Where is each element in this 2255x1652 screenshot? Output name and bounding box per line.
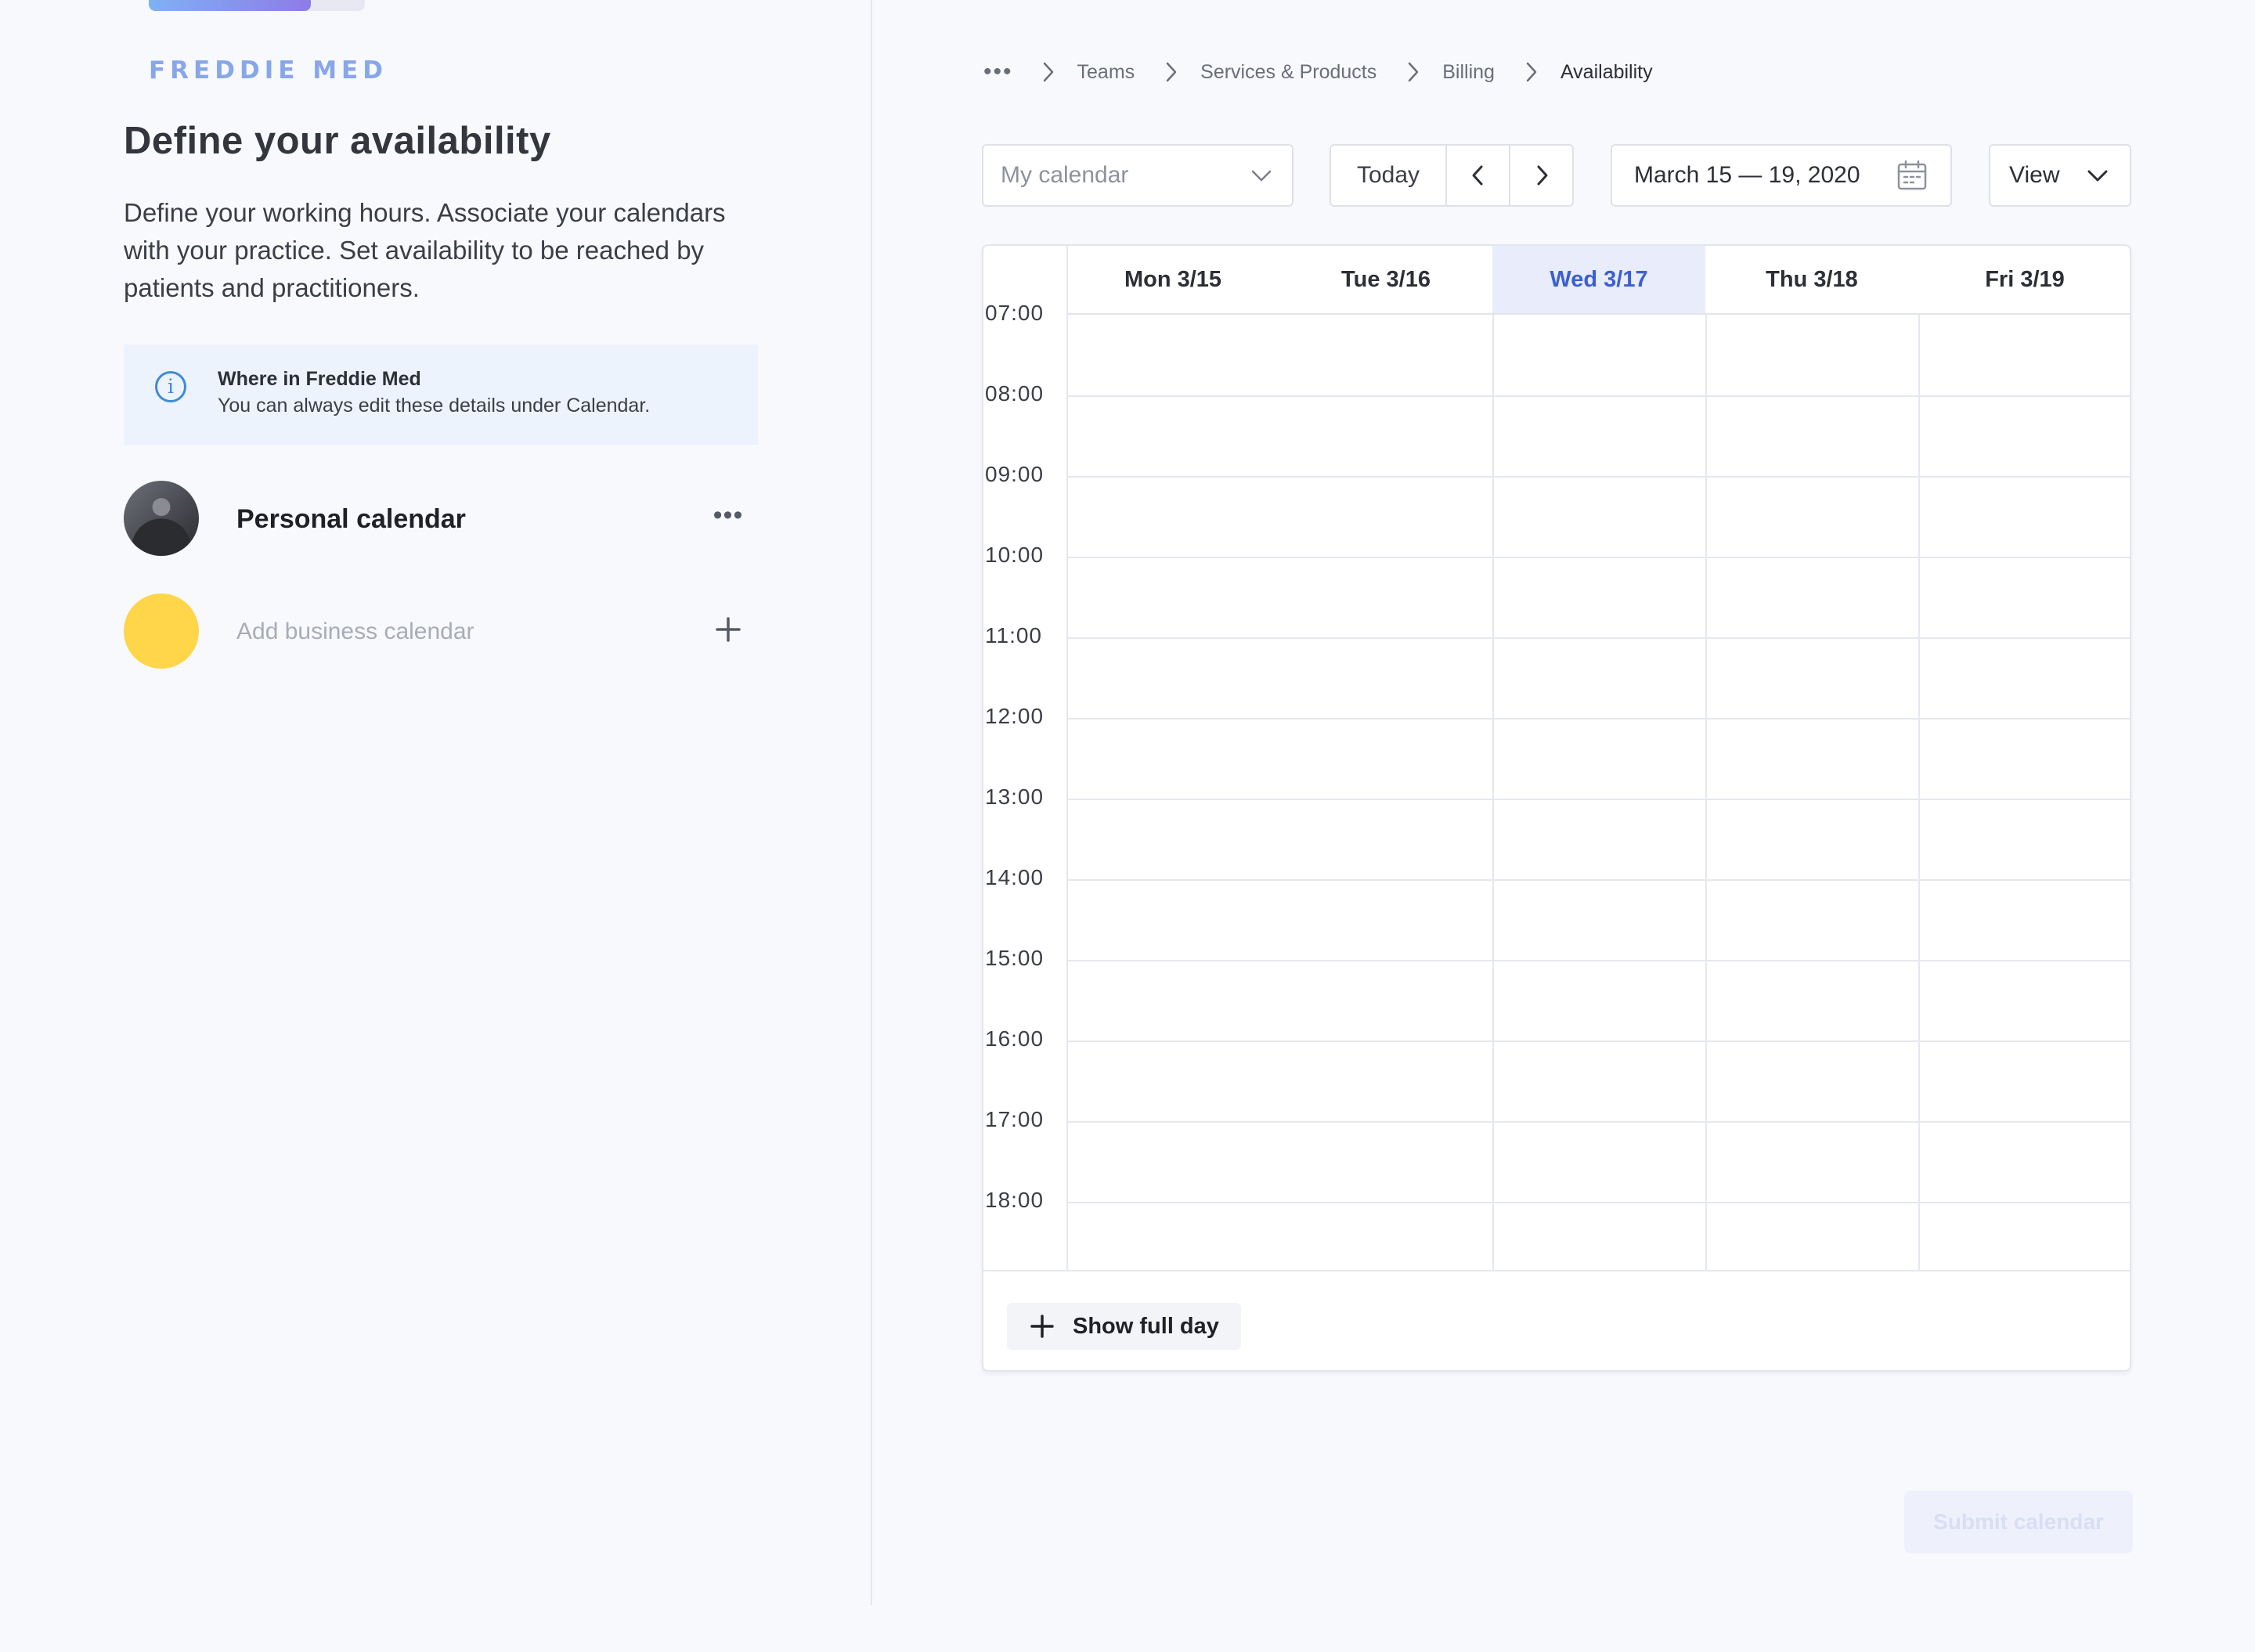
hour-gridline: [1066, 879, 2130, 881]
personal-calendar-label: Personal calendar: [236, 504, 466, 534]
add-calendar-plus-icon[interactable]: [709, 611, 747, 648]
hour-gridline: [1066, 637, 2130, 639]
info-callout: i Where in Freddie Med You can always ed…: [124, 344, 758, 445]
grid-bottom-divider: [983, 1270, 2130, 1271]
hour-gridline: [1066, 557, 2130, 558]
grid-column-divider: [1705, 315, 1707, 1270]
left-panel: FREDDIE MED Define your availability Def…: [0, 0, 872, 1605]
breadcrumb: ••• Teams Services & Products Billing Av…: [983, 55, 1678, 89]
hour-gridline: [1066, 476, 2130, 478]
hour-gridline: [1066, 1121, 2130, 1123]
hour-gridline: [1066, 799, 2130, 800]
breadcrumb-item-availability: Availability: [1560, 60, 1653, 83]
view-dropdown[interactable]: View: [1989, 144, 2131, 207]
availability-page: FREDDIE MED Define your availability Def…: [0, 0, 2255, 1652]
personal-calendar-row[interactable]: Personal calendar •••: [124, 481, 758, 559]
grid-column-divider: [1918, 315, 1920, 1270]
hour-label: 15:00: [985, 946, 1045, 970]
brand-logo: FREDDIE MED: [149, 56, 388, 85]
chevron-down-icon: [1251, 170, 1272, 182]
info-title: Where in Freddie Med: [218, 368, 421, 390]
hour-gridline: [1066, 395, 2130, 397]
view-label: View: [2009, 162, 2060, 188]
add-business-calendar-row[interactable]: Add business calendar: [124, 593, 758, 672]
progress-bar: [149, 0, 365, 11]
hour-label: 17:00: [985, 1107, 1045, 1131]
info-icon: i: [155, 371, 186, 402]
hour-label: 16:00: [985, 1026, 1045, 1051]
date-navigation: Today: [1330, 144, 1574, 207]
hour-gridline: [1066, 718, 2130, 720]
chevron-left-icon: [1472, 165, 1483, 186]
business-calendar-dot: [124, 593, 199, 669]
day-header-1: Tue 3/16: [1279, 246, 1492, 315]
day-header-2: Wed 3/17: [1492, 246, 1705, 315]
hour-label: 14:00: [985, 865, 1045, 889]
chevron-down-icon: [2087, 170, 2108, 182]
day-header-3: Thu 3/18: [1705, 246, 1918, 315]
breadcrumb-item-services-products[interactable]: Services & Products: [1200, 61, 1376, 84]
grid-column-divider: [1492, 315, 1494, 1270]
next-week-button[interactable]: [1510, 146, 1572, 205]
breadcrumb-item-teams[interactable]: Teams: [1077, 61, 1135, 84]
plus-icon: [1030, 1315, 1054, 1338]
breadcrumb-item-billing[interactable]: Billing: [1442, 61, 1495, 84]
chevron-right-icon: [1043, 62, 1053, 82]
previous-week-button[interactable]: [1447, 146, 1511, 205]
avatar: [124, 481, 199, 556]
hour-label: 11:00: [985, 623, 1042, 647]
show-full-day-label: Show full day: [1073, 1313, 1219, 1339]
hour-label: 13:00: [985, 785, 1045, 809]
hour-gridline: [1066, 1041, 2130, 1042]
day-header-0: Mon 3/15: [1066, 246, 1279, 315]
chevron-right-icon: [1537, 165, 1548, 186]
chevron-right-icon: [1409, 62, 1419, 82]
hour-gridline: [1066, 960, 2130, 961]
hour-label: 07:00: [985, 301, 1045, 325]
hour-gridline: [1066, 1202, 2130, 1203]
page-description: Define your working hours. Associate you…: [124, 198, 726, 302]
page-title: Define your availability: [124, 120, 551, 162]
hour-label: 12:00: [985, 704, 1045, 728]
hour-label: 08:00: [985, 381, 1045, 406]
breadcrumb-more-icon[interactable]: •••: [983, 59, 1013, 85]
calendar-icon: [1897, 160, 1927, 190]
date-range-picker[interactable]: March 15 — 19, 2020: [1611, 144, 1952, 207]
grid-column-divider: [1066, 246, 1068, 1270]
add-business-calendar-label: Add business calendar: [236, 619, 474, 644]
show-full-day-button[interactable]: Show full day: [1007, 1303, 1241, 1350]
today-button[interactable]: Today: [1331, 146, 1448, 205]
hour-label: 10:00: [985, 543, 1045, 567]
hour-label: 09:00: [985, 462, 1045, 486]
day-header-4: Fri 3/19: [1918, 246, 2131, 315]
more-options-icon[interactable]: •••: [709, 501, 747, 532]
info-text: You can always edit these details under …: [218, 395, 651, 417]
calendar-select-placeholder: My calendar: [1001, 162, 1129, 188]
hour-label: 18:00: [985, 1188, 1045, 1212]
submit-calendar-button[interactable]: Submit calendar: [1904, 1491, 2133, 1553]
chevron-right-icon: [1526, 62, 1537, 82]
week-calendar: Mon 3/15 Tue 3/16 Wed 3/17 Thu 3/18 Fri 3/19…: [982, 244, 2131, 1372]
chevron-right-icon: [1166, 62, 1177, 82]
calendar-select[interactable]: My calendar: [982, 144, 1293, 207]
date-range-label: March 15 — 19, 2020: [1634, 162, 1860, 188]
progress-bar-fill: [149, 0, 311, 11]
